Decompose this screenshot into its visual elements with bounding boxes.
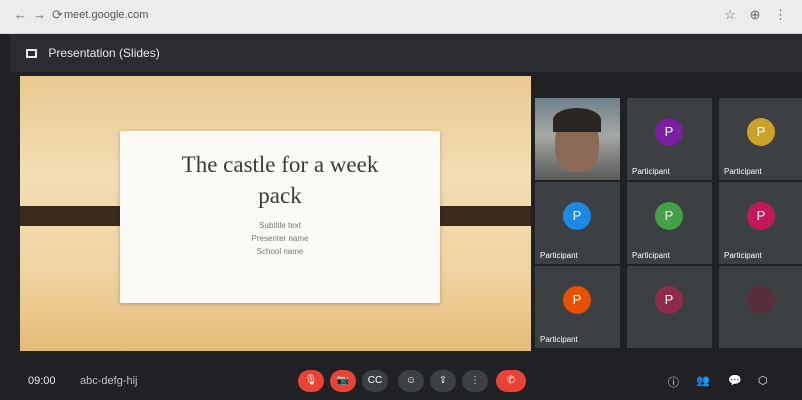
avatar: P	[655, 286, 683, 314]
participant-name: Participant	[632, 167, 670, 176]
participant-name: Participant	[632, 251, 670, 260]
address-bar[interactable]: meet.google.com	[64, 9, 148, 21]
info-icon[interactable]: ⓘ	[668, 374, 679, 390]
present-icon	[26, 49, 37, 58]
end-call-icon[interactable]: ✆	[496, 370, 526, 392]
slide-text-3: School name	[256, 247, 304, 256]
browser-extension-icons[interactable]: ☆ ⊕ ⋮	[724, 7, 792, 23]
people-icon[interactable]: 👥	[696, 374, 710, 387]
avatar: P	[655, 202, 683, 230]
more-icon[interactable]: ⋮	[462, 370, 488, 392]
participant-grid: P Participant P Participant P Participant P Par…	[530, 98, 802, 356]
presentation-title: Presentation (Slides)	[48, 46, 160, 60]
slide-stripe-right	[433, 206, 531, 226]
participant-name: Participant	[540, 335, 578, 344]
present-icon[interactable]: ⇪	[430, 370, 456, 392]
avatar: P	[747, 118, 775, 146]
meeting-toolbar: 09:00 abc-defg-hij 🎙 📷 CC ☺ ⇪ ⋮ ✆ ⓘ 👥 💬 ⬡	[10, 362, 802, 400]
participant-tile[interactable]: P Participant	[535, 266, 620, 348]
browser-toolbar: ←→⟳ meet.google.com ☆ ⊕ ⋮	[0, 0, 802, 34]
emoji-icon[interactable]: ☺	[398, 370, 424, 392]
presentation-label: Presentation (Slides)	[26, 46, 160, 60]
participant-tile[interactable]	[719, 266, 802, 348]
meet-header: Presentation (Slides)	[10, 34, 802, 72]
meeting-code: abc-defg-hij	[80, 375, 138, 387]
participant-tile[interactable]: P Participant	[627, 98, 712, 180]
participant-tile[interactable]: P Participant	[719, 98, 802, 180]
slide-title-line2: pack	[258, 183, 302, 208]
participant-name: Participant	[724, 251, 762, 260]
slide: The castle for a week pack Subtitle text…	[120, 131, 440, 303]
avatar: P	[563, 202, 591, 230]
participant-tile[interactable]	[535, 98, 620, 180]
slide-stripe-left	[20, 206, 120, 226]
participant-name: Participant	[724, 167, 762, 176]
cc-icon[interactable]: CC	[362, 370, 388, 392]
avatar	[747, 286, 775, 314]
mic-off-icon[interactable]: 🎙	[298, 370, 324, 392]
avatar: P	[747, 202, 775, 230]
slide-text-1: Subtitle text	[259, 221, 301, 230]
slide-text-2: Presenter name	[251, 234, 309, 243]
cam-off-icon[interactable]: 📷	[330, 370, 356, 392]
participant-tile[interactable]: P	[627, 266, 712, 348]
slide-title: The castle for a week pack	[120, 149, 440, 211]
presentation-stage[interactable]: The castle for a week pack Subtitle text…	[20, 76, 531, 351]
browser-nav-icons[interactable]: ←→⟳	[14, 7, 69, 23]
chat-icon[interactable]: 💬	[728, 374, 742, 387]
participant-tile[interactable]: P Participant	[719, 182, 802, 264]
avatar: P	[655, 118, 683, 146]
meeting-time: 09:00	[28, 375, 56, 387]
participant-video-hair	[553, 108, 601, 132]
participant-tile[interactable]: P Participant	[535, 182, 620, 264]
avatar: P	[563, 286, 591, 314]
activities-icon[interactable]: ⬡	[758, 374, 768, 387]
participant-tile[interactable]: P Participant	[627, 182, 712, 264]
participant-name: Participant	[540, 251, 578, 260]
meet-window: Presentation (Slides) The castle for a w…	[10, 34, 802, 400]
slide-title-line1: The castle for a week	[181, 152, 379, 177]
